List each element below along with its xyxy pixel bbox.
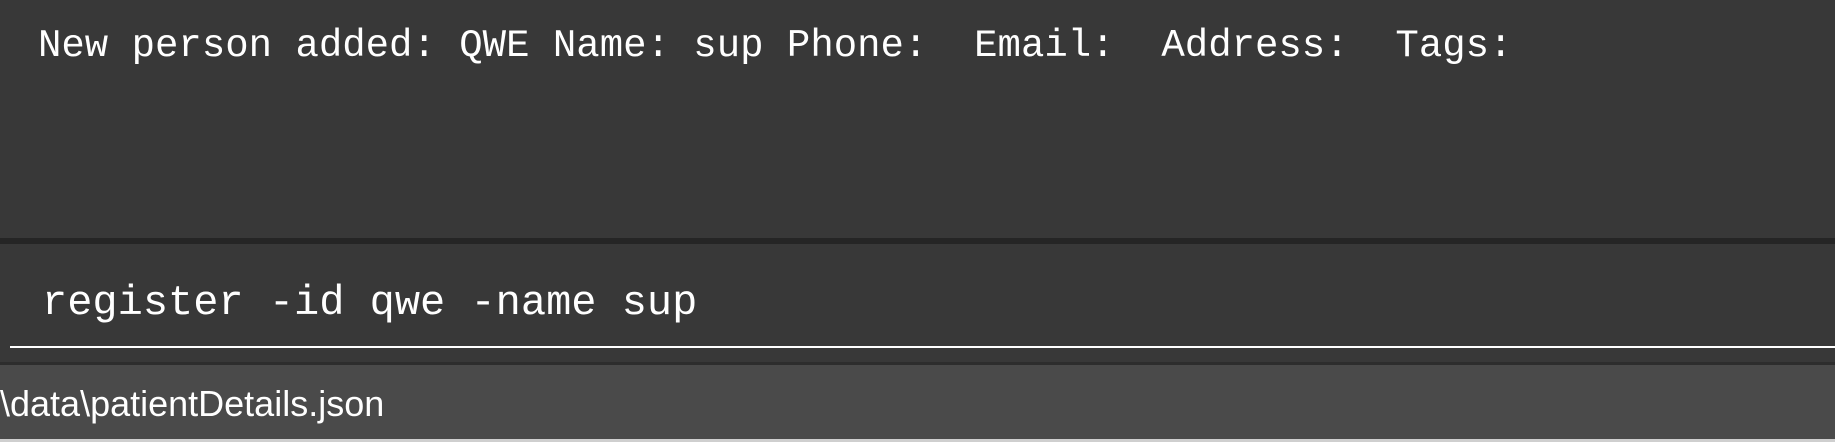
result-message: New person added: QWE Name: sup Phone: E…	[38, 24, 1513, 68]
status-bar: \data\patientDetails.json	[0, 365, 1835, 439]
command-box	[0, 244, 1835, 362]
command-input[interactable]	[10, 260, 1835, 348]
result-display: New person added: QWE Name: sup Phone: E…	[0, 0, 1835, 238]
app-window: New person added: QWE Name: sup Phone: E…	[0, 0, 1835, 442]
save-location-path: \data\patientDetails.json	[0, 383, 385, 424]
